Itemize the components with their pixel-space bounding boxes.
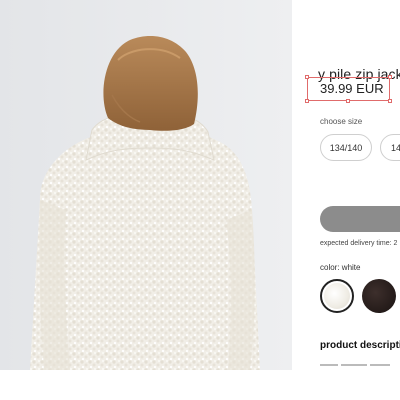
size-label: choose size [320,117,363,126]
add-to-cart-button[interactable] [320,206,400,232]
product-details-panel: y pile zip jack 39.99 EUR choose size 13… [292,0,400,400]
box-handle-bottom-left [305,99,309,103]
page-bottom-edge [0,370,400,400]
color-swatch-white[interactable] [320,279,354,313]
size-option-next[interactable]: 14( [380,134,400,161]
size-option-134-140[interactable]: 134/140 [320,134,372,161]
product-price: 39.99 EUR [320,81,384,96]
delivery-time-text: expected delivery time: 2 [320,240,398,247]
product-photo-illustration [0,0,292,370]
product-description-heading[interactable]: product description [320,340,400,351]
product-image[interactable] [0,0,292,370]
box-handle-bottom-right [388,99,392,103]
color-swatch-dark-brown[interactable] [362,279,396,313]
box-handle-top-left [305,75,309,79]
color-label: color: white [320,263,361,272]
box-handle-top-right [388,75,392,79]
box-handle-bottom-mid [346,99,350,103]
